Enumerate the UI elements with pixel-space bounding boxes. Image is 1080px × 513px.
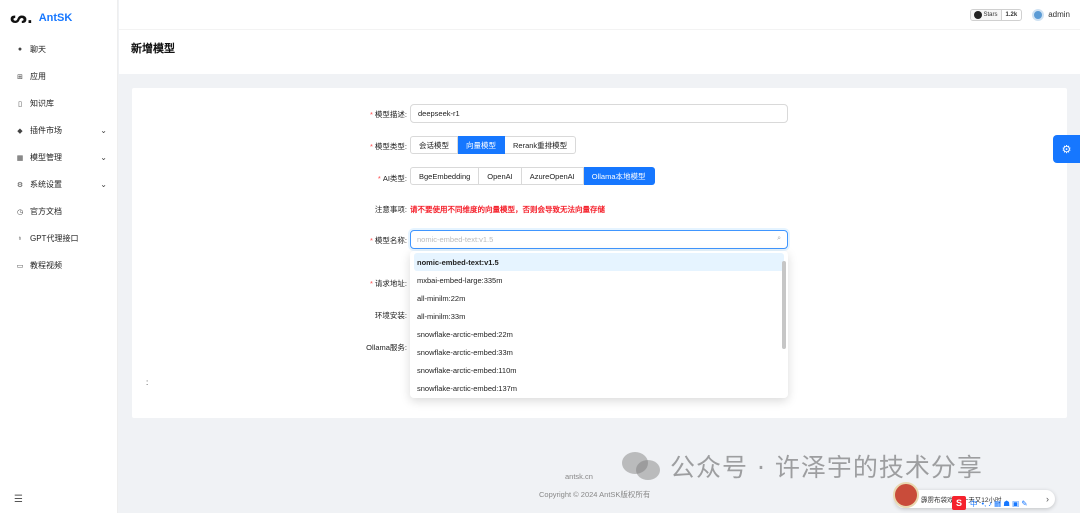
settings-drawer-button[interactable]: ⚙ bbox=[1053, 135, 1080, 163]
model-type-option[interactable]: 会话模型 bbox=[410, 136, 458, 154]
chevron-down-icon: ⌄ bbox=[100, 126, 107, 135]
username: admin bbox=[1048, 10, 1070, 19]
dropdown-option[interactable]: mxbai-embed-large:335m bbox=[414, 271, 784, 289]
footer-site-link[interactable]: antsk.cn bbox=[565, 472, 593, 481]
app-logo[interactable]: ᔕ. AntSK bbox=[0, 0, 117, 36]
gear-icon: ⚙ bbox=[16, 181, 24, 189]
github-icon bbox=[973, 10, 982, 19]
model-type-radio-group: 会话模型 向量模型 Rerank重排模型 bbox=[410, 136, 577, 154]
model-name-placeholder: nomic-embed-text:v1.5 bbox=[417, 235, 494, 244]
music-cover-avatar bbox=[893, 482, 919, 508]
dropdown-option[interactable]: snowflake-arctic-embed:137m bbox=[414, 379, 784, 397]
ai-type-option[interactable]: Ollama本地模型 bbox=[583, 167, 655, 185]
desc-label: * 模型描述: bbox=[369, 110, 407, 119]
sidebar-item-label: 官方文档 bbox=[30, 207, 62, 216]
type-label: * 模型类型: bbox=[369, 142, 407, 151]
chat-icon: ● bbox=[17, 46, 23, 53]
sidebar-item-label: 应用 bbox=[30, 72, 46, 81]
sidebar-item-model[interactable]: ▦ 模型管理 ⌄ bbox=[0, 144, 117, 171]
search-icon: ⌕ bbox=[777, 235, 781, 242]
sidebar-item-book[interactable]: ▯ 知识库 bbox=[0, 90, 117, 117]
user-menu[interactable]: admin bbox=[1032, 8, 1070, 21]
model-name-dropdown: nomic-embed-text:v1.5 mxbai-embed-large:3… bbox=[410, 251, 788, 398]
env-label: 环境安装: bbox=[374, 311, 407, 320]
chevron-down-icon: ⌄ bbox=[100, 153, 107, 162]
ai-type-option[interactable]: BgeEmbedding bbox=[410, 167, 480, 185]
sidebar-item-plugin[interactable]: ◆ 插件市场 ⌄ bbox=[0, 117, 117, 144]
video-icon: ▭ bbox=[16, 262, 24, 270]
dropdown-options: nomic-embed-text:v1.5 mxbai-embed-large:3… bbox=[414, 253, 784, 397]
sidebar-item-docs[interactable]: ◷ 官方文档 bbox=[0, 198, 117, 225]
dropdown-option[interactable]: nomic-embed-text:v1.5 bbox=[414, 253, 784, 271]
wechat-watermark: 公众号 · 许泽宇的技术分享 bbox=[622, 448, 983, 484]
sidebar-item-label: 知识库 bbox=[30, 99, 54, 108]
apps-icon: ⊞ bbox=[17, 73, 23, 81]
github-stars-count: 1.2k bbox=[1001, 11, 1022, 18]
stray-colon: : bbox=[146, 378, 149, 387]
avatar bbox=[1032, 8, 1045, 21]
ime-tools-icons[interactable]: •, ♪ ▦ ☗ ▣ ✎ bbox=[982, 499, 1028, 508]
chevron-right-icon[interactable]: › bbox=[1046, 494, 1049, 504]
sidebar-item-label: 教程视频 bbox=[30, 261, 62, 270]
page-header: 新增模型 bbox=[119, 30, 1080, 74]
dropdown-option[interactable]: snowflake-arctic-embed:33m bbox=[414, 343, 784, 361]
watermark-text: 公众号 · 许泽宇的技术分享 bbox=[670, 453, 983, 482]
ai-type-label: * AI类型: bbox=[377, 174, 407, 183]
url-label: * 请求地址: bbox=[369, 279, 407, 288]
page-title: 新增模型 bbox=[131, 43, 175, 55]
model-icon: ▦ bbox=[16, 154, 24, 162]
model-name-label: * 模型名称: bbox=[369, 236, 407, 245]
ime-lang-toggle[interactable]: 中 bbox=[970, 498, 978, 509]
ai-type-option[interactable]: OpenAI bbox=[479, 167, 522, 185]
sidebar-item-label: 系统设置 bbox=[30, 180, 62, 189]
model-name-select[interactable]: nomic-embed-text:v1.5 ⌕ bbox=[410, 230, 788, 249]
sogou-logo-icon[interactable]: S bbox=[952, 496, 966, 510]
dropdown-option[interactable]: all-minilm:22m bbox=[414, 289, 784, 307]
ollama-label: Ollama服务: bbox=[366, 343, 407, 352]
book-icon: ▯ bbox=[18, 100, 22, 108]
app-name: AntSK bbox=[38, 12, 73, 24]
dropdown-option[interactable]: snowflake-arctic-embed:110m bbox=[414, 361, 784, 379]
dropdown-scrollbar[interactable] bbox=[782, 261, 786, 349]
bulb-icon: ♁ bbox=[17, 235, 23, 242]
gear-icon: ⚙ bbox=[1061, 143, 1072, 156]
plugin-icon: ◆ bbox=[17, 127, 23, 135]
ime-toolbar: S 中 •, ♪ ▦ ☗ ▣ ✎ bbox=[952, 495, 1028, 511]
github-stars-label: Stars bbox=[983, 11, 998, 18]
sidebar-item-label: 模型管理 bbox=[30, 153, 62, 162]
dropdown-option[interactable]: snowflake-arctic-embed:22m bbox=[414, 325, 784, 343]
sidebar-item-video[interactable]: ▭ 教程视频 bbox=[0, 252, 117, 279]
sidebar-item-label: 聊天 bbox=[30, 45, 46, 54]
sidebar-item-label: 插件市场 bbox=[30, 126, 62, 135]
logo-mark-icon: ᔕ. bbox=[10, 9, 33, 27]
sidebar-item-chat[interactable]: ● 聊天 bbox=[0, 36, 117, 63]
top-bar: Stars 1.2k admin bbox=[119, 0, 1080, 30]
docs-icon: ◷ bbox=[16, 208, 24, 216]
sidebar-item-label: GPT代理接口 bbox=[30, 234, 79, 243]
footer-copyright: Copyright © 2024 AntSK版权所有 bbox=[539, 490, 651, 499]
model-type-option[interactable]: Rerank重排模型 bbox=[505, 136, 577, 154]
ai-type-radio-group: BgeEmbedding OpenAI AzureOpenAI Ollama本地模型 bbox=[410, 167, 655, 185]
sidebar-item-bulb[interactable]: ♁ GPT代理接口 bbox=[0, 225, 117, 252]
model-desc-input[interactable]: deepseek-r1 bbox=[410, 104, 788, 123]
collapse-menu-icon[interactable]: ☰ bbox=[14, 494, 23, 505]
note-label: 注意事项: bbox=[374, 205, 407, 214]
sidebar-item-apps[interactable]: ⊞ 应用 bbox=[0, 63, 117, 90]
note-warning-text: 请不要使用不同维度的向量模型，否则会导致无法向量存储 bbox=[410, 205, 605, 214]
sidebar-item-gear[interactable]: ⚙ 系统设置 ⌄ bbox=[0, 171, 117, 198]
sidebar-nav: ● 聊天 ⊞ 应用 ▯ 知识库 ◆ 插件市场 ⌄ ▦ 模型管理 ⌄ ⚙ 系统设置 ⌄ ◷ 官方文档 ♁ GPT代理接… bbox=[0, 36, 117, 279]
wechat-icon bbox=[622, 450, 662, 482]
github-stars-badge[interactable]: Stars 1.2k bbox=[969, 8, 1023, 21]
dropdown-option[interactable]: all-minilm:33m bbox=[414, 307, 784, 325]
ai-type-option[interactable]: AzureOpenAI bbox=[521, 167, 584, 185]
sidebar: ᔕ. AntSK ● 聊天 ⊞ 应用 ▯ 知识库 ◆ 插件市场 ⌄ ▦ 模型管理 ⌄ ⚙ 系统设置 ⌄ ◷ 官方… bbox=[0, 0, 118, 513]
chevron-down-icon: ⌄ bbox=[100, 180, 107, 189]
model-type-option[interactable]: 向量模型 bbox=[458, 136, 505, 154]
